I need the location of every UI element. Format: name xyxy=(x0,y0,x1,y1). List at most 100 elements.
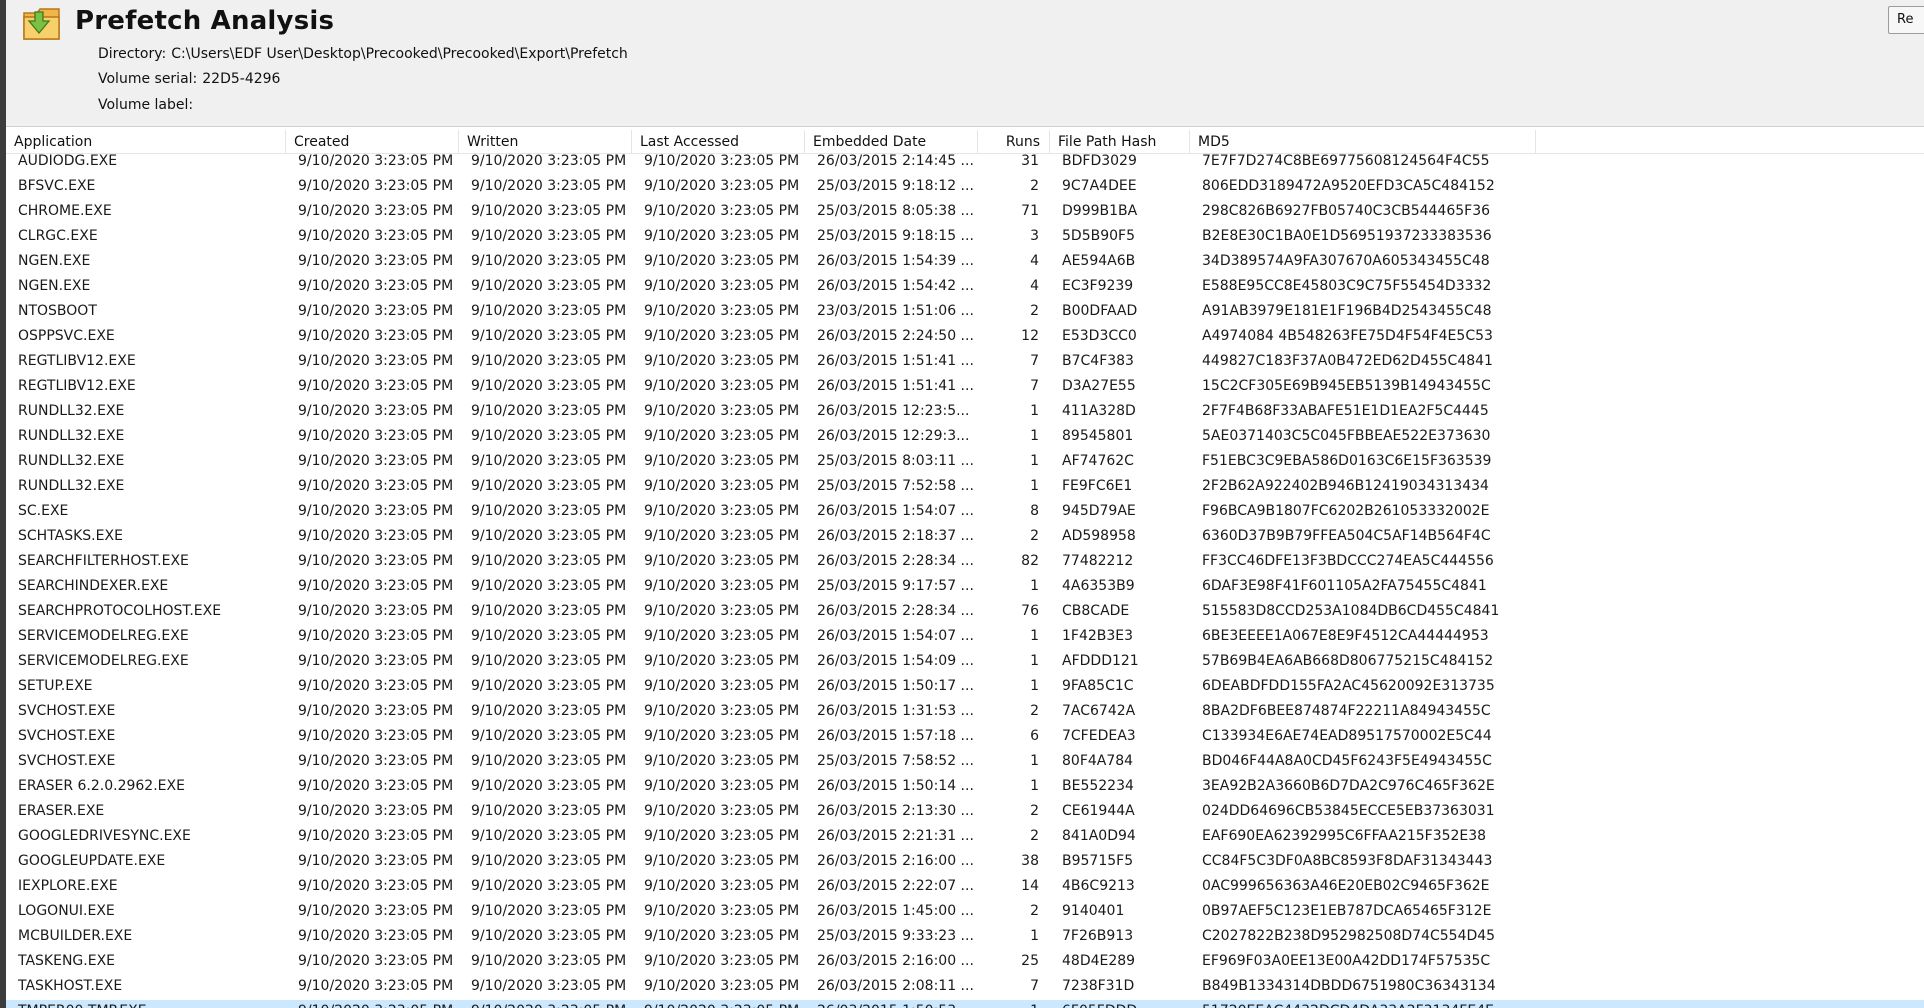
cell-created: 9/10/2020 3:23:05 PM xyxy=(298,628,454,644)
cell-application: NGEN.EXE xyxy=(18,278,91,294)
cell-runs: 7 xyxy=(1030,353,1039,369)
table-row[interactable]: GOOGLEUPDATE.EXE 9/10/2020 3:23:05 PM 9/10… xyxy=(6,850,1924,875)
cell-runs: 2 xyxy=(1030,703,1039,719)
cell-created: 9/10/2020 3:23:05 PM xyxy=(298,453,454,469)
directory-line: Directory: C:\Users\EDF User\Desktop\Prec… xyxy=(98,46,628,62)
cell-embedded-date: 25/03/2015 9:18:12 ... xyxy=(817,178,974,194)
volume-serial-label: Volume serial: xyxy=(98,71,198,87)
cell-written: 9/10/2020 3:23:05 PM xyxy=(471,253,627,269)
table-row[interactable]: TASKHOST.EXE 9/10/2020 3:23:05 PM 9/10/202… xyxy=(6,975,1924,1000)
cell-written: 9/10/2020 3:23:05 PM xyxy=(471,628,627,644)
cell-md5: 6DAF3E98F41F601105A2FA75455C4841 xyxy=(1202,578,1487,594)
cell-written: 9/10/2020 3:23:05 PM xyxy=(471,303,627,319)
table-row[interactable]: OSPPSVC.EXE 9/10/2020 3:23:05 PM 9/10/2020… xyxy=(6,325,1924,350)
table-row[interactable]: SERVICEMODELREG.EXE 9/10/2020 3:23:05 PM 9… xyxy=(6,650,1924,675)
table-row[interactable]: REGTLIBV12.EXE 9/10/2020 3:23:05 PM 9/10/2… xyxy=(6,350,1924,375)
cell-embedded-date: 25/03/2015 8:05:38 ... xyxy=(817,203,974,219)
cell-last-accessed: 9/10/2020 3:23:05 PM xyxy=(644,403,800,419)
cell-last-accessed: 9/10/2020 3:23:05 PM xyxy=(644,653,800,669)
table-row[interactable]: LOGONUI.EXE 9/10/2020 3:23:05 PM 9/10/2020… xyxy=(6,900,1924,925)
table-row[interactable]: RUNDLL32.EXE 9/10/2020 3:23:05 PM 9/10/202… xyxy=(6,400,1924,425)
column-header-file-path-hash[interactable]: File Path Hash xyxy=(1050,130,1190,154)
cell-runs: 1 xyxy=(1030,678,1039,694)
cell-runs: 8 xyxy=(1030,503,1039,519)
cell-created: 9/10/2020 3:23:05 PM xyxy=(298,953,454,969)
table-row[interactable]: SETUP.EXE 9/10/2020 3:23:05 PM 9/10/2020 3… xyxy=(6,675,1924,700)
cell-written: 9/10/2020 3:23:05 PM xyxy=(471,653,627,669)
column-header-md5[interactable]: MD5 xyxy=(1190,130,1536,154)
cell-runs: 76 xyxy=(1021,603,1039,619)
column-header-written[interactable]: Written xyxy=(459,130,632,154)
table-row[interactable]: NGEN.EXE 9/10/2020 3:23:05 PM 9/10/2020 3:… xyxy=(6,250,1924,275)
cell-runs: 1 xyxy=(1030,578,1039,594)
folder-arrow-icon xyxy=(21,3,64,45)
table-row[interactable]: ERASER.EXE 9/10/2020 3:23:05 PM 9/10/2020 … xyxy=(6,800,1924,825)
cell-created: 9/10/2020 3:23:05 PM xyxy=(298,653,454,669)
column-header-embedded-date[interactable]: Embedded Date xyxy=(805,130,978,154)
table-row[interactable]: REGTLIBV12.EXE 9/10/2020 3:23:05 PM 9/10/2… xyxy=(6,375,1924,400)
column-header-runs[interactable]: Runs xyxy=(978,130,1050,154)
table-row[interactable]: SERVICEMODELREG.EXE 9/10/2020 3:23:05 PM 9… xyxy=(6,625,1924,650)
table-row[interactable]: TASKENG.EXE 9/10/2020 3:23:05 PM 9/10/2020… xyxy=(6,950,1924,975)
cell-written: 9/10/2020 3:23:05 PM xyxy=(471,953,627,969)
column-header-last-accessed[interactable]: Last Accessed xyxy=(632,130,805,154)
cell-embedded-date: 25/03/2015 8:03:11 ... xyxy=(817,453,974,469)
cell-md5: 2F2B62A922402B946B12419034313434 xyxy=(1202,478,1489,494)
cell-created: 9/10/2020 3:23:05 PM xyxy=(298,278,454,294)
table-row[interactable]: NGEN.EXE 9/10/2020 3:23:05 PM 9/10/2020 3:… xyxy=(6,275,1924,300)
table-row[interactable]: SCHTASKS.EXE 9/10/2020 3:23:05 PM 9/10/202… xyxy=(6,525,1924,550)
table-row[interactable]: SEARCHFILTERHOST.EXE 9/10/2020 3:23:05 PM… xyxy=(6,550,1924,575)
table-row[interactable]: SEARCHPROTOCOLHOST.EXE 9/10/2020 3:23:05 … xyxy=(6,600,1924,625)
cell-created: 9/10/2020 3:23:05 PM xyxy=(298,978,454,994)
table-row[interactable]: SEARCHINDEXER.EXE 9/10/2020 3:23:05 PM 9/1… xyxy=(6,575,1924,600)
cell-created: 9/10/2020 3:23:05 PM xyxy=(298,553,454,569)
cell-application: SC.EXE xyxy=(18,503,69,519)
report-button[interactable]: Re xyxy=(1888,6,1924,34)
cell-created: 9/10/2020 3:23:05 PM xyxy=(298,878,454,894)
cell-application: SETUP.EXE xyxy=(18,678,93,694)
cell-written: 9/10/2020 3:23:05 PM xyxy=(471,703,627,719)
table-row[interactable]: SVCHOST.EXE 9/10/2020 3:23:05 PM 9/10/2020… xyxy=(6,725,1924,750)
cell-md5: 024DD64696CB53845ECCE5EB37363031 xyxy=(1202,803,1495,819)
cell-application: BFSVC.EXE xyxy=(18,178,96,194)
table-header: Application Created Written Last Accesse… xyxy=(6,130,1924,154)
cell-file-path-hash: 7F26B913 xyxy=(1062,928,1134,944)
cell-last-accessed: 9/10/2020 3:23:05 PM xyxy=(644,828,800,844)
table-row[interactable]: CHROME.EXE 9/10/2020 3:23:05 PM 9/10/2020 … xyxy=(6,200,1924,225)
table-row[interactable]: SC.EXE 9/10/2020 3:23:05 PM 9/10/2020 3:23… xyxy=(6,500,1924,525)
table-row[interactable]: BFSVC.EXE 9/10/2020 3:23:05 PM 9/10/2020 3… xyxy=(6,175,1924,200)
cell-embedded-date: 26/03/2015 1:50:53 ... xyxy=(805,1000,978,1008)
column-header-application[interactable]: Application xyxy=(6,130,286,154)
cell-md5: E588E95CC8E45803C9C75F55454D3332 xyxy=(1202,278,1492,294)
cell-file-path-hash: AFDDD121 xyxy=(1062,653,1139,669)
cell-application: IEXPLORE.EXE xyxy=(18,878,118,894)
table-row[interactable]: RUNDLL32.EXE 9/10/2020 3:23:05 PM 9/10/202… xyxy=(6,450,1924,475)
cell-md5: 0AC999656363A46E20EB02C9465F362E xyxy=(1202,878,1490,894)
cell-file-path-hash: D3A27E55 xyxy=(1062,378,1136,394)
table-row[interactable]: ERASER 6.2.0.2962.EXE 9/10/2020 3:23:05 P… xyxy=(6,775,1924,800)
cell-file-path-hash: D999B1BA xyxy=(1062,203,1138,219)
cell-application: REGTLIBV12.EXE xyxy=(18,378,136,394)
table-row[interactable]: SVCHOST.EXE 9/10/2020 3:23:05 PM 9/10/2020… xyxy=(6,750,1924,775)
cell-written: 9/10/2020 3:23:05 PM xyxy=(471,978,627,994)
cell-last-accessed: 9/10/2020 3:23:05 PM xyxy=(644,378,800,394)
table-row[interactable]: MCBUILDER.EXE 9/10/2020 3:23:05 PM 9/10/20… xyxy=(6,925,1924,950)
table-row[interactable]: RUNDLL32.EXE 9/10/2020 3:23:05 PM 9/10/202… xyxy=(6,425,1924,450)
cell-created: 9/10/2020 3:23:05 PM xyxy=(298,378,454,394)
table-row[interactable]: NTOSBOOT 9/10/2020 3:23:05 PM 9/10/2020 3:… xyxy=(6,300,1924,325)
cell-application: SCHTASKS.EXE xyxy=(18,528,123,544)
cell-file-path-hash: 80F4A784 xyxy=(1062,753,1134,769)
cell-written: 9/10/2020 3:23:05 PM xyxy=(471,378,627,394)
cell-embedded-date: 25/03/2015 9:17:57 ... xyxy=(817,578,974,594)
table-row[interactable]: SVCHOST.EXE 9/10/2020 3:23:05 PM 9/10/2020… xyxy=(6,700,1924,725)
table-row[interactable]: TMPER00.TMP.EXE9/10/2020 3:23:05 PM9/10/… xyxy=(6,1000,1924,1008)
cell-embedded-date: 26/03/2015 2:22:07 ... xyxy=(817,878,974,894)
table-row[interactable]: GOOGLEDRIVESYNC.EXE 9/10/2020 3:23:05 PM 9… xyxy=(6,825,1924,850)
table-row[interactable]: IEXPLORE.EXE 9/10/2020 3:23:05 PM 9/10/202… xyxy=(6,875,1924,900)
cell-runs: 1 xyxy=(1030,403,1039,419)
cell-embedded-date: 26/03/2015 2:28:34 ... xyxy=(817,553,974,569)
table-row[interactable]: RUNDLL32.EXE 9/10/2020 3:23:05 PM 9/10/202… xyxy=(6,475,1924,500)
cell-created: 9/10/2020 3:23:05 PM xyxy=(298,478,454,494)
table-row[interactable]: CLRGC.EXE 9/10/2020 3:23:05 PM 9/10/2020 3… xyxy=(6,225,1924,250)
column-header-created[interactable]: Created xyxy=(286,130,459,154)
